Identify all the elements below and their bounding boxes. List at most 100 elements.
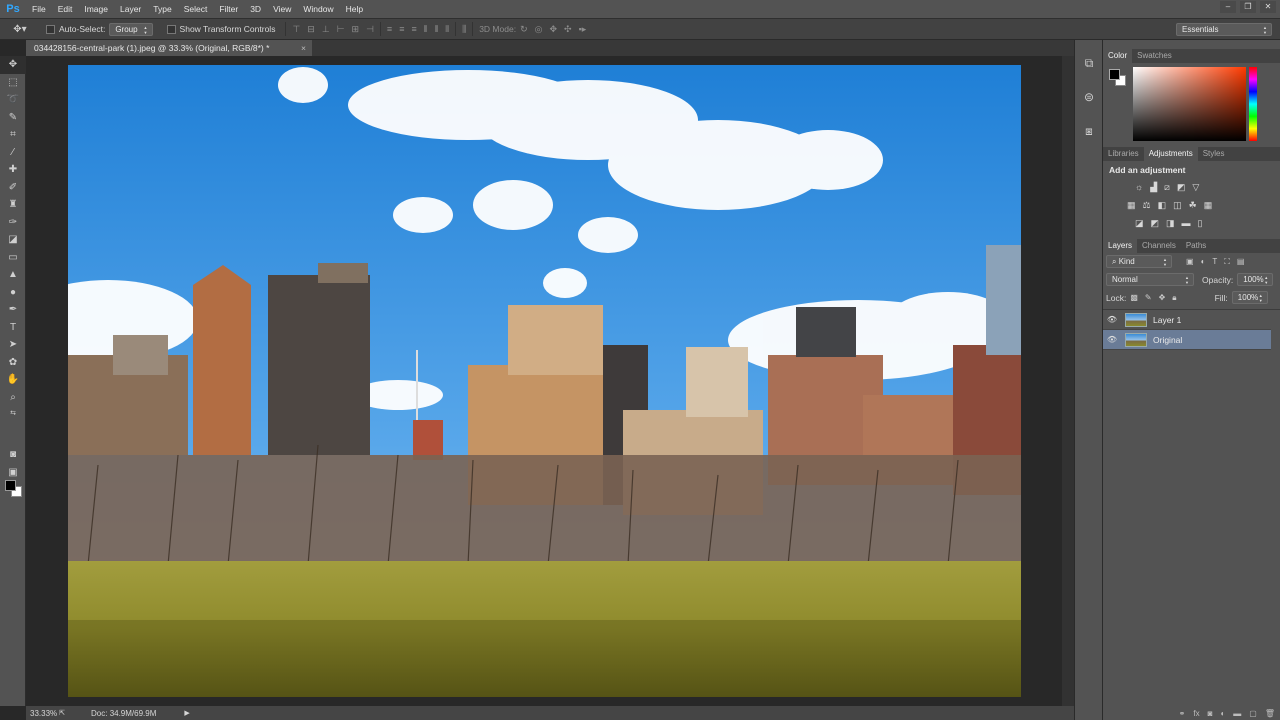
close-document-icon[interactable]: × [301, 40, 306, 56]
photo-filter-icon[interactable]: ◫ [1173, 200, 1182, 211]
workspace-dropdown[interactable]: Essentials [1176, 23, 1272, 36]
filter-adjustment-icon[interactable]: ◐ [1201, 257, 1206, 267]
align-top-icon[interactable]: ⊤ [292, 24, 300, 35]
zoom-tool-icon[interactable]: ⌕ [0, 389, 26, 407]
distribute-right-icon[interactable]: ⫴ [445, 24, 449, 35]
3d-pan-icon[interactable]: ✥ [549, 24, 557, 35]
swap-colors-icon[interactable]: ⇆ [0, 406, 26, 420]
color-balance-icon[interactable]: ⚖ [1143, 200, 1151, 211]
align-left-icon[interactable]: ⊢ [337, 24, 345, 35]
distribute-bottom-icon[interactable]: ≡ [411, 24, 416, 35]
new-adjustment-layer-icon[interactable]: ◐ [1220, 709, 1225, 718]
delete-layer-icon[interactable]: 🗑︎ [1265, 709, 1275, 718]
color-panel-foreground-swatch[interactable] [1109, 69, 1120, 80]
eraser-tool-icon[interactable]: ◪ [0, 231, 26, 249]
menu-file[interactable]: File [26, 0, 52, 18]
type-tool-icon[interactable]: T [0, 319, 26, 337]
curves-icon[interactable]: ⧄ [1164, 182, 1170, 193]
align-bottom-icon[interactable]: ⊥ [322, 24, 330, 35]
distribute-vcenter-icon[interactable]: ≡ [399, 24, 404, 35]
gradient-map-icon[interactable]: ▬ [1182, 218, 1191, 229]
blend-mode-dropdown[interactable]: Normal [1106, 273, 1194, 286]
menu-image[interactable]: Image [78, 0, 114, 18]
new-layer-icon[interactable]: ▢ [1249, 709, 1257, 718]
menu-help[interactable]: Help [340, 0, 369, 18]
shape-tool-icon[interactable]: ✿ [0, 354, 26, 372]
history-brush-tool-icon[interactable]: ✑ [0, 214, 26, 232]
menu-3d[interactable]: 3D [244, 0, 267, 18]
tab-color[interactable]: Color [1103, 49, 1133, 63]
layer-row-layer-1[interactable]: 👁︎ Layer 1 [1103, 310, 1271, 330]
align-hcenter-icon[interactable]: ⊞ [352, 24, 360, 35]
tab-styles[interactable]: Styles [1198, 147, 1230, 161]
brush-tool-icon[interactable]: ✐ [0, 179, 26, 197]
menu-view[interactable]: View [267, 0, 297, 18]
tab-swatches[interactable]: Swatches [1132, 49, 1177, 63]
eyedropper-tool-icon[interactable]: ⁄ [0, 144, 26, 162]
tab-paths[interactable]: Paths [1181, 239, 1211, 253]
layer-style-icon[interactable]: fx [1193, 709, 1199, 718]
menu-filter[interactable]: Filter [213, 0, 244, 18]
properties-panel-icon[interactable]: ⊜ [1075, 80, 1103, 114]
layer-row-original[interactable]: 👁︎ Original [1103, 330, 1271, 350]
pen-tool-icon[interactable]: ✒ [0, 301, 26, 319]
vibrance-icon[interactable]: ▽ [1192, 182, 1199, 193]
color-lookup-icon[interactable]: ▦ [1204, 200, 1213, 211]
filter-smart-object-icon[interactable]: ▤ [1237, 257, 1245, 267]
exposure-icon[interactable]: ◩ [1177, 182, 1186, 193]
invert-icon[interactable]: ◪ [1135, 218, 1144, 229]
color-picker-field[interactable] [1133, 67, 1246, 141]
foreground-color-swatch[interactable] [5, 480, 16, 491]
menu-edit[interactable]: Edit [52, 0, 79, 18]
opacity-input[interactable]: 100% [1237, 273, 1274, 286]
menu-type[interactable]: Type [147, 0, 177, 18]
posterize-icon[interactable]: ◩ [1151, 218, 1160, 229]
show-transform-checkbox[interactable] [166, 24, 176, 34]
3d-orbit-icon[interactable]: ↻ [520, 24, 528, 35]
threshold-icon[interactable]: ◨ [1166, 218, 1175, 229]
path-selection-tool-icon[interactable]: ➤ [0, 336, 26, 354]
menu-layer[interactable]: Layer [114, 0, 147, 18]
auto-select-checkbox[interactable] [46, 24, 55, 34]
minimize-button[interactable]: – [1220, 1, 1236, 13]
visibility-eye-icon[interactable]: 👁︎ [1103, 335, 1121, 344]
lock-position-icon[interactable]: ✥ [1159, 293, 1166, 303]
clone-stamp-tool-icon[interactable]: ♜ [0, 196, 26, 214]
move-tool-icon[interactable]: ✥ [0, 56, 26, 74]
auto-select-dropdown[interactable]: Group [109, 22, 153, 36]
export-icon[interactable]: ⇱ [59, 709, 65, 717]
dodge-tool-icon[interactable]: ● [0, 284, 26, 302]
align-vcenter-icon[interactable]: ⊟ [307, 24, 315, 35]
crop-tool-icon[interactable]: ⌗ [0, 126, 26, 144]
history-panel-icon[interactable]: ⧉ [1075, 46, 1103, 80]
document-tab[interactable]: 034428156-central-park (1).jpeg @ 33.3% … [26, 40, 312, 56]
layer-name[interactable]: Original [1153, 335, 1182, 345]
hue-saturation-icon[interactable]: ▦ [1127, 200, 1136, 211]
visibility-eye-icon[interactable]: 👁︎ [1103, 315, 1121, 324]
vertical-scrollbar[interactable] [1062, 56, 1074, 706]
menu-window[interactable]: Window [297, 0, 339, 18]
move-tool-preset-icon[interactable]: ✥▾ [0, 18, 40, 40]
channel-mixer-icon[interactable]: ☘ [1189, 200, 1197, 211]
layer-name[interactable]: Layer 1 [1153, 315, 1181, 325]
kind-filter-dropdown[interactable]: ⌕ Kind [1106, 255, 1172, 268]
filter-pixel-icon[interactable]: ▣ [1186, 257, 1194, 267]
black-white-icon[interactable]: ◧ [1158, 200, 1167, 211]
auto-align-icon[interactable]: ⫼ [462, 24, 466, 35]
filter-shape-icon[interactable]: ⛶ [1224, 257, 1230, 267]
canvas-area[interactable] [26, 56, 1062, 706]
distribute-hcenter-icon[interactable]: ⫴ [435, 24, 439, 35]
document-image[interactable] [68, 65, 1021, 697]
hand-tool-icon[interactable]: ✋ [0, 371, 26, 389]
tab-libraries[interactable]: Libraries [1103, 147, 1144, 161]
3d-slide-icon[interactable]: ✣ [564, 24, 572, 35]
new-group-icon[interactable]: ▬ [1233, 709, 1241, 718]
status-menu-arrow-icon[interactable]: ▶ [184, 709, 189, 717]
zoom-level[interactable]: 33.33% [30, 709, 57, 718]
lasso-tool-icon[interactable]: ➰ [0, 91, 26, 109]
distribute-left-icon[interactable]: ⫴ [424, 24, 428, 35]
lock-image-icon[interactable]: ✎ [1145, 293, 1152, 303]
tab-adjustments[interactable]: Adjustments [1143, 147, 1198, 161]
link-layers-icon[interactable]: ⚭ [1179, 709, 1186, 718]
blur-tool-icon[interactable]: ▲ [0, 266, 26, 284]
